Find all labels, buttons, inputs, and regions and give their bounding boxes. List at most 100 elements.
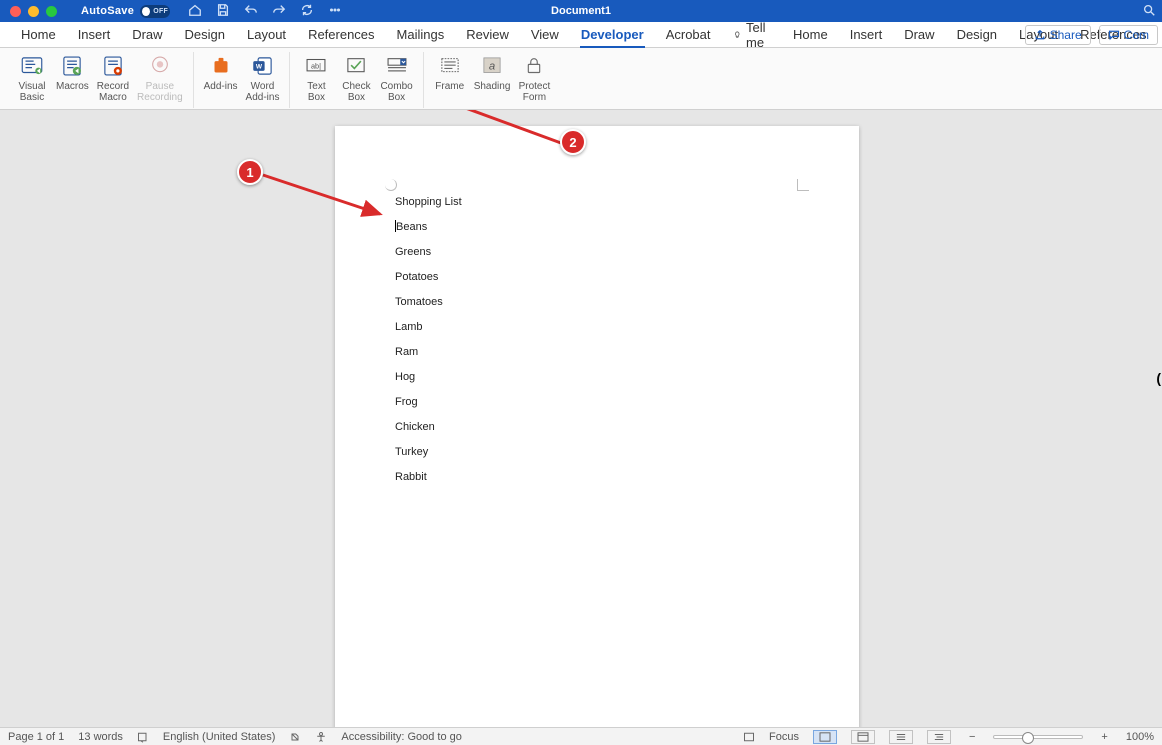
sync-icon[interactable] bbox=[300, 3, 314, 20]
macros-button[interactable]: Macros bbox=[54, 52, 91, 108]
title-search-icon[interactable] bbox=[1142, 3, 1156, 20]
tab-references[interactable]: References bbox=[297, 22, 385, 47]
list-item[interactable]: Lamb bbox=[395, 315, 462, 340]
zoom-out-button[interactable]: − bbox=[965, 731, 979, 743]
tab-insert[interactable]: Insert bbox=[67, 22, 122, 47]
check-box-label: CheckBox bbox=[342, 81, 370, 103]
ribbon-group-legacy-forms: ab| TextBox CheckBox ComboBox bbox=[290, 52, 423, 108]
status-language[interactable]: English (United States) bbox=[163, 731, 276, 743]
text-box-icon: ab| bbox=[303, 52, 329, 80]
document-title-line[interactable]: Shopping List bbox=[395, 190, 462, 215]
tab-review[interactable]: Review bbox=[455, 22, 520, 47]
annotation-badge-2: 2 bbox=[560, 129, 586, 155]
record-macro-label: RecordMacro bbox=[97, 81, 129, 103]
tab-view[interactable]: View bbox=[520, 22, 570, 47]
word-addins-button[interactable]: W WordAdd-ins bbox=[244, 52, 282, 108]
list-item[interactable]: Potatoes bbox=[395, 265, 462, 290]
accessibility-icon[interactable] bbox=[315, 731, 327, 743]
list-item[interactable]: Chicken bbox=[395, 415, 462, 440]
tab-insert[interactable]: Insert bbox=[839, 22, 894, 47]
close-window-icon[interactable] bbox=[10, 6, 21, 17]
list-item[interactable]: Rabbit bbox=[395, 465, 462, 490]
shading-label: Shading bbox=[474, 81, 511, 92]
word-addins-label: WordAdd-ins bbox=[246, 81, 280, 103]
tab-mailings[interactable]: Mailings bbox=[386, 22, 456, 47]
record-macro-button[interactable]: RecordMacro bbox=[95, 52, 131, 108]
list-item[interactable]: Ram bbox=[395, 340, 462, 365]
pause-recording-button: PauseRecording bbox=[135, 52, 185, 108]
tab-acrobat[interactable]: Acrobat bbox=[655, 22, 722, 47]
list-item[interactable]: Greens bbox=[395, 240, 462, 265]
minimize-window-icon[interactable] bbox=[28, 6, 39, 17]
draft-view-button[interactable] bbox=[927, 730, 951, 744]
ribbon-group-code: VisualBasic Macros RecordMacro PauseReco… bbox=[6, 52, 194, 108]
list-item[interactable]: Hog bbox=[395, 365, 462, 390]
addins-button[interactable]: Add-ins bbox=[202, 52, 240, 108]
check-box-button[interactable]: CheckBox bbox=[338, 52, 374, 108]
more-icon[interactable] bbox=[328, 3, 342, 20]
web-layout-view-button[interactable] bbox=[851, 730, 875, 744]
undo-icon[interactable] bbox=[244, 3, 258, 20]
shading-icon: a bbox=[479, 52, 505, 80]
frame-button[interactable]: Frame bbox=[432, 52, 468, 108]
list-item[interactable]: Turkey bbox=[395, 440, 462, 465]
tab-draw[interactable]: Draw bbox=[893, 22, 945, 47]
tell-me[interactable]: Tell me bbox=[722, 22, 783, 47]
macros-label: Macros bbox=[56, 81, 89, 92]
tab-developer[interactable]: Developer bbox=[570, 22, 655, 47]
status-word-count[interactable]: 13 words bbox=[78, 731, 123, 743]
text-box-button[interactable]: ab| TextBox bbox=[298, 52, 334, 108]
comments-button[interactable]: Com bbox=[1099, 25, 1158, 45]
title-bar: AutoSave OFF Document1 bbox=[0, 0, 1162, 22]
autosave-toggle[interactable]: AutoSave OFF bbox=[81, 5, 170, 18]
zoom-slider[interactable] bbox=[993, 735, 1083, 739]
status-focus[interactable]: Focus bbox=[769, 731, 799, 743]
combo-box-button[interactable]: ComboBox bbox=[378, 52, 414, 108]
comments-label: Com bbox=[1124, 28, 1149, 42]
list-item[interactable]: Tomatoes bbox=[395, 290, 462, 315]
window-controls[interactable] bbox=[10, 6, 57, 17]
track-changes-icon[interactable] bbox=[289, 731, 301, 743]
redo-icon[interactable] bbox=[272, 3, 286, 20]
tab-draw[interactable]: Draw bbox=[121, 22, 173, 47]
document-content[interactable]: Shopping List BeansGreensPotatoesTomatoe… bbox=[395, 190, 462, 490]
document-title: Document1 bbox=[551, 5, 611, 17]
document-page[interactable]: Shopping List BeansGreensPotatoesTomatoe… bbox=[335, 126, 859, 727]
zoom-level[interactable]: 100% bbox=[1126, 731, 1154, 743]
protect-form-button[interactable]: ProtectForm bbox=[516, 52, 552, 108]
ribbon: VisualBasic Macros RecordMacro PauseReco… bbox=[0, 48, 1162, 110]
word-addins-icon: W bbox=[250, 52, 276, 80]
zoom-in-button[interactable]: + bbox=[1097, 731, 1111, 743]
tab-layout[interactable]: Layout bbox=[236, 22, 297, 47]
status-page[interactable]: Page 1 of 1 bbox=[8, 731, 64, 743]
pause-recording-label: PauseRecording bbox=[137, 81, 183, 103]
home-icon[interactable] bbox=[188, 3, 202, 20]
combo-box-icon bbox=[384, 52, 410, 80]
status-accessibility[interactable]: Accessibility: Good to go bbox=[341, 731, 461, 743]
svg-text:W: W bbox=[255, 63, 262, 70]
status-bar: Page 1 of 1 13 words English (United Sta… bbox=[0, 727, 1162, 745]
shading-button[interactable]: a Shading bbox=[472, 52, 513, 108]
tab-design[interactable]: Design bbox=[946, 22, 1008, 47]
visual-basic-icon bbox=[19, 52, 45, 80]
spellcheck-icon[interactable] bbox=[137, 731, 149, 743]
save-icon[interactable] bbox=[216, 3, 230, 20]
frame-label: Frame bbox=[435, 81, 464, 92]
visual-basic-button[interactable]: VisualBasic bbox=[14, 52, 50, 108]
tab-design[interactable]: Design bbox=[174, 22, 236, 47]
share-label: Share bbox=[1050, 28, 1082, 42]
workspace[interactable]: Shopping List BeansGreensPotatoesTomatoe… bbox=[0, 110, 1162, 727]
margin-corner-icon bbox=[797, 179, 809, 191]
share-icon bbox=[1034, 29, 1046, 41]
list-item[interactable]: Frog bbox=[395, 390, 462, 415]
print-layout-view-button[interactable] bbox=[813, 730, 837, 744]
list-item[interactable]: Beans bbox=[395, 215, 462, 240]
share-button[interactable]: Share bbox=[1025, 25, 1091, 45]
autosave-switch-icon[interactable]: OFF bbox=[140, 5, 170, 18]
tab-home[interactable]: Home bbox=[10, 22, 67, 47]
tab-home[interactable]: Home bbox=[782, 22, 839, 47]
visual-basic-label: VisualBasic bbox=[18, 81, 45, 103]
autosave-state: OFF bbox=[153, 8, 168, 15]
outline-view-button[interactable] bbox=[889, 730, 913, 744]
zoom-window-icon[interactable] bbox=[46, 6, 57, 17]
